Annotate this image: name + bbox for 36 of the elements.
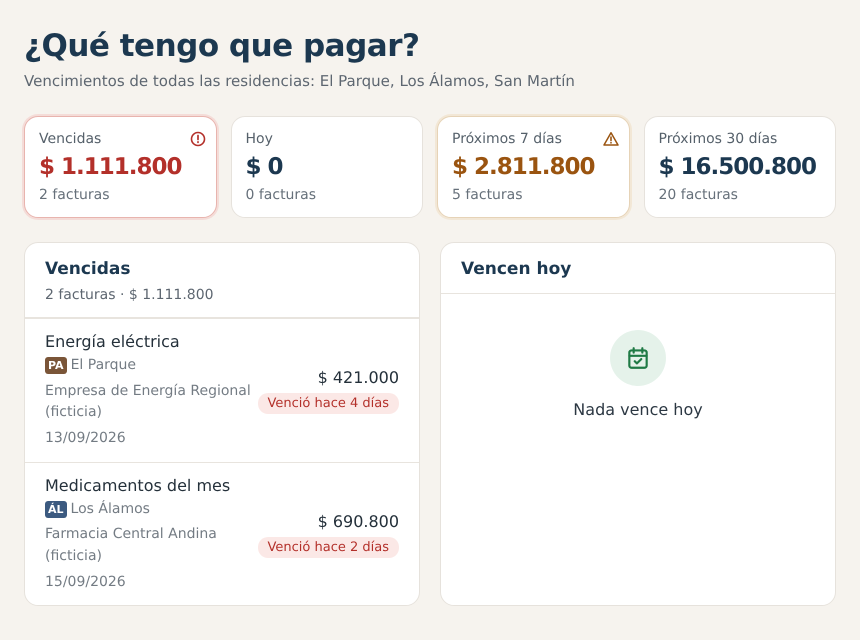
panel-summary: 2 facturas · $ 1.111.800 [45, 286, 215, 303]
card-amount: $ 0 [246, 153, 283, 182]
warning-icon [602, 131, 618, 147]
card-label: Vencidas [39, 131, 102, 147]
bill-name: Energía eléctrica [45, 332, 181, 351]
page-subtitle: Vencimientos de todas las residencias: El Parque, Los Álamos, San Martín [24, 72, 576, 90]
card-count: 0 facturas [246, 186, 318, 203]
overdue-status: Venció hace 2 días [258, 536, 399, 558]
bill-amount: $ 421.000 [318, 368, 399, 387]
page-title: ¿Qué tengo que pagar? [24, 28, 420, 64]
panel-title: Vencen hoy [461, 258, 572, 279]
card-amount: $ 1.111.800 [39, 153, 182, 182]
residence-badge: ÁL [45, 500, 67, 518]
provider-name: Empresa de Energía Regional (ficticia) [45, 382, 252, 422]
overdue-status: Venció hace 4 días [258, 392, 399, 414]
residence-name: El Parque [70, 356, 136, 375]
bill-name: Medicamentos del mes [45, 476, 232, 495]
residence-name: Los Álamos [70, 499, 150, 519]
card-count: 20 facturas [658, 186, 739, 203]
due-date: 15/09/2026 [45, 572, 127, 592]
residence-badge: PA [45, 357, 67, 374]
card-label: Hoy [246, 131, 273, 147]
due-date: 13/09/2026 [45, 428, 127, 448]
panel-title: Vencidas [45, 258, 132, 279]
card-count: 2 facturas [39, 186, 111, 203]
bill-row[interactable]: Energía eléctrica PA El Parque Empresa de Energía Regional (ficticia) 13/09/2026 $ 421.000 Venció hace 4 días [25, 318, 419, 462]
provider-name: Farmacia Central Andina (ficticia) [45, 525, 218, 566]
bill-amount: $ 690.800 [318, 512, 399, 531]
card-label: Próximos 30 días [658, 131, 778, 147]
empty-message: Nada vence hoy [573, 400, 703, 419]
card-amount: $ 2.811.800 [452, 153, 595, 182]
card-count: 5 facturas [452, 186, 524, 203]
card-amount: $ 16.500.800 [658, 153, 816, 182]
bill-row[interactable]: Medicamentos del mes ÁL Los Álamos Farmacia Central Andina (ficticia) 15/09/2026 $ 690.800 Venció hace 2 días [25, 462, 419, 606]
alert-icon [190, 131, 206, 147]
card-label: Próximos 7 días [452, 131, 562, 147]
